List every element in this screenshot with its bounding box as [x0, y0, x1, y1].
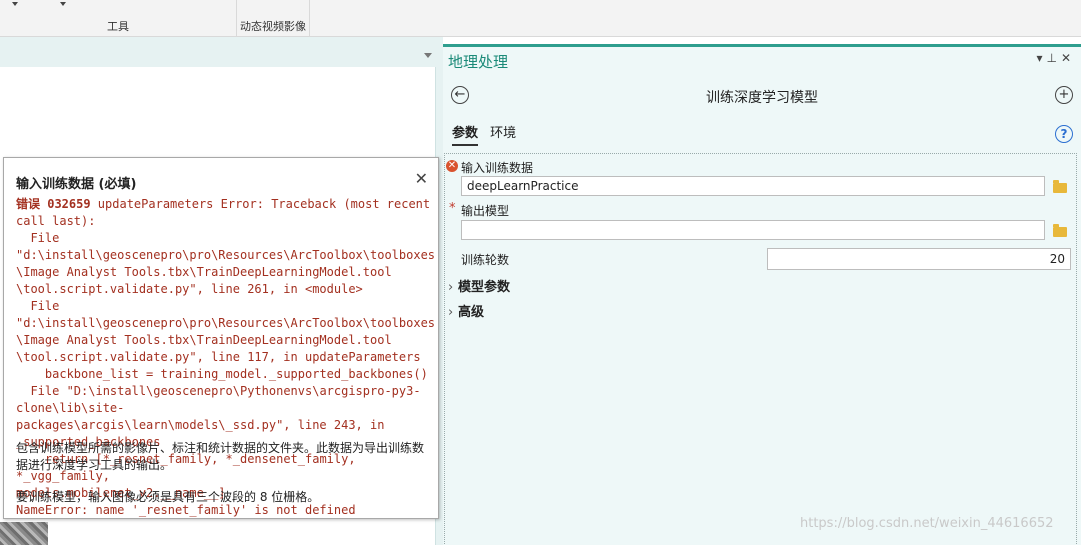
- browse-folder-icon[interactable]: [1053, 224, 1067, 237]
- pane-controls: ▾⊥✕: [1036, 51, 1075, 65]
- section-model-parameters[interactable]: › 模型参数: [448, 276, 510, 295]
- pane-tabs: 参数 环境: [452, 122, 524, 146]
- tab-parameters[interactable]: 参数: [452, 122, 479, 146]
- close-icon[interactable]: ✕: [415, 169, 428, 188]
- tool-name: 训练深度学习模型: [706, 90, 818, 106]
- chevron-right-icon: ›: [448, 305, 454, 320]
- tooltip-description: 包含训练模型所需的影像片、标注和统计数据的文件夹。此数据为导出训练数据进行深度学…: [16, 441, 425, 472]
- dropdown-caret-icon[interactable]: [12, 2, 18, 6]
- output-model-field[interactable]: [461, 220, 1045, 240]
- tab-dropdown-icon[interactable]: [424, 53, 432, 58]
- parameters-panel: ✕ 输入训练数据 deepLearnPractice * 输出模型 训练轮数 2…: [444, 153, 1077, 544]
- tab-environments[interactable]: 环境: [490, 122, 516, 144]
- browse-folder-icon[interactable]: [1053, 180, 1067, 193]
- ribbon-group-tools: 工具: [0, 0, 237, 36]
- required-star-icon: *: [449, 201, 456, 216]
- chevron-right-icon: ›: [448, 280, 454, 295]
- map-tab-strip: [0, 37, 437, 68]
- pin-icon[interactable]: ⊥: [1046, 51, 1060, 65]
- epochs-field[interactable]: 20: [767, 248, 1071, 270]
- pane-menu-icon[interactable]: ▾: [1036, 51, 1046, 65]
- error-code: 错误 032659: [16, 197, 91, 211]
- geoprocessing-pane: 地理处理 ▾⊥✕ ← 训练深度学习模型 + 参数 环境 ? ✕ 输入训练数据 d…: [443, 44, 1081, 545]
- section-label: 高级: [458, 305, 485, 320]
- map-imagery-thumbnail: [0, 522, 48, 545]
- error-icon[interactable]: ✕: [446, 160, 458, 172]
- parameter-tooltip: 输入训练数据 (必填) ✕ 错误 032659 updateParameters…: [3, 157, 439, 519]
- watermark: https://blog.csdn.net/weixin_44616652: [800, 516, 1054, 531]
- epochs-label: 训练轮数: [461, 253, 510, 267]
- ribbon-group-dynamic: 动态视频影像: [237, 0, 310, 36]
- help-icon[interactable]: ?: [1055, 125, 1073, 143]
- add-icon[interactable]: +: [1055, 86, 1073, 104]
- pane-title: 地理处理: [448, 53, 509, 71]
- section-advanced[interactable]: › 高级: [448, 301, 484, 320]
- close-pane-icon[interactable]: ✕: [1061, 51, 1075, 65]
- ribbon-group-label-dynamic: 动态视频影像: [240, 20, 306, 33]
- ribbon-group-label-tools: 工具: [107, 20, 129, 33]
- ribbon: 工具 动态视频影像: [0, 0, 1081, 37]
- dropdown-caret-icon[interactable]: [60, 2, 66, 6]
- tooltip-title: 输入训练数据 (必填): [16, 177, 137, 192]
- output-model-label: 输出模型: [461, 204, 510, 218]
- section-label: 模型参数: [458, 280, 511, 295]
- input-training-data-field[interactable]: deepLearnPractice: [461, 176, 1045, 196]
- tooltip-requirement: 要训练模型，输入图像必须是具有三个波段的 8 位栅格。: [16, 490, 320, 504]
- input-training-data-label: 输入训练数据: [461, 161, 534, 175]
